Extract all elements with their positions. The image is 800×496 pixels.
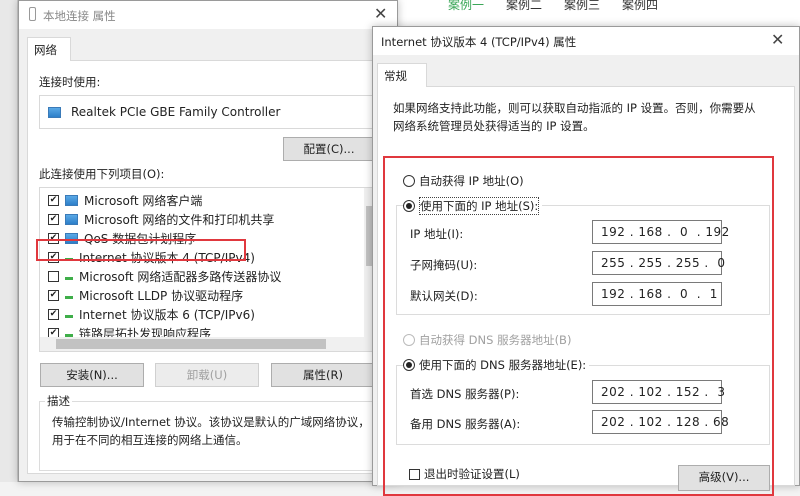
description-label: 描述 <box>45 393 72 409</box>
validate-checkbox[interactable]: 退出时验证设置(L) <box>409 466 520 482</box>
item-label: Microsoft 网络适配器多路传送器协议 <box>79 270 282 284</box>
auto-ip-radio[interactable]: 自动获得 IP 地址(O) <box>403 173 524 189</box>
manual-ip-radio[interactable]: 使用下面的 IP 地址(S): <box>403 197 543 215</box>
network-adapter-icon <box>48 106 61 118</box>
item-checkbox[interactable]: ✔ <box>48 195 59 206</box>
item-checkbox[interactable]: ✔ <box>48 309 59 320</box>
advanced-button[interactable]: 高级(V)... <box>678 465 770 491</box>
item-label: Microsoft LLDP 协议驱动程序 <box>79 289 244 303</box>
items-list: ✔ Microsoft 网络客户端 ✔ Microsoft 网络的文件和打印机共享 ✔ Q… <box>39 187 379 352</box>
dns2-label: 备用 DNS 服务器(A): <box>410 417 521 431</box>
ip-label: IP 地址(I): <box>410 227 464 241</box>
ipv4-properties-dialog: Internet 协议版本 4 (TCP/IPv4) 属性 ✕ 常规 如果网络支… <box>372 26 800 496</box>
bg-tab-3[interactable]: 案例三 <box>564 0 600 13</box>
auto-dns-radio: 自动获得 DNS 服务器地址(B) <box>403 332 571 348</box>
network-client-icon <box>65 195 78 206</box>
list-item[interactable]: ✔ Microsoft 网络的文件和打印机共享 <box>48 210 274 229</box>
protocol-icon <box>65 273 73 280</box>
configure-button[interactable]: 配置(C)... <box>283 137 375 161</box>
item-checkbox[interactable]: ✔ <box>48 290 59 301</box>
auto-ip-label: 自动获得 IP 地址(O) <box>419 174 524 188</box>
hscroll-thumb[interactable] <box>56 339 326 349</box>
manual-dns-label: 使用下面的 DNS 服务器地址(E): <box>419 358 587 372</box>
bg-tab-4[interactable]: 案例四 <box>622 0 658 13</box>
alternate-dns-input[interactable]: 202 . 102 . 128 . 68 <box>592 410 729 434</box>
subnet-mask-input[interactable]: 255 . 255 . 255 . 0 <box>592 251 725 275</box>
dialog-title: Internet 协议版本 4 (TCP/IPv4) 属性 <box>381 35 577 49</box>
items-label: 此连接使用下列项目(O): <box>39 167 165 181</box>
gateway-input[interactable]: 192 . 168 . 0 . 1 <box>592 282 722 306</box>
gateway-label: 默认网关(D): <box>410 289 478 303</box>
background-page: 案例一 案例二 案例三 案例四 <box>398 0 800 26</box>
ipv4-highlight-box <box>36 239 246 261</box>
connection-icon <box>29 7 36 21</box>
adapter-box: Realtek PCIe GBE Family Controller <box>39 95 379 129</box>
adapter-name: Realtek PCIe GBE Family Controller <box>71 105 281 119</box>
uninstall-button: 卸载(U) <box>155 363 259 387</box>
install-button[interactable]: 安装(N)... <box>40 363 144 387</box>
tab-general[interactable]: 常规 <box>377 63 427 87</box>
list-item[interactable]: Microsoft 网络适配器多路传送器协议 <box>48 267 281 286</box>
validate-label: 退出时验证设置(L) <box>424 467 520 481</box>
ip-address-input[interactable]: 192 . 168 . 0 . 192 <box>592 220 729 244</box>
item-label: Internet 协议版本 6 (TCP/IPv6) <box>79 308 255 322</box>
item-checkbox[interactable]: ✔ <box>48 214 59 225</box>
intro-text: 如果网络支持此功能，则可以获取自动指派的 IP 设置。否则，你需要从网络系统管理… <box>393 101 756 133</box>
description-text: 传输控制协议/Internet 协议。该协议是默认的广域网络协议，用于在不同的相… <box>52 415 370 447</box>
properties-button[interactable]: 属性(R) <box>271 363 375 387</box>
bg-tab-2[interactable]: 案例二 <box>506 0 542 13</box>
list-item[interactable]: ✔ Internet 协议版本 6 (TCP/IPv6) <box>48 305 255 324</box>
preferred-dns-input[interactable]: 202 . 102 . 152 . 3 <box>592 380 725 404</box>
auto-dns-label: 自动获得 DNS 服务器地址(B) <box>419 333 572 347</box>
item-checkbox[interactable] <box>48 271 59 282</box>
tab-network[interactable]: 网络 <box>27 37 71 61</box>
list-item[interactable]: ✔ Microsoft 网络客户端 <box>48 191 202 210</box>
protocol-icon <box>65 311 73 318</box>
manual-dns-radio[interactable]: 使用下面的 DNS 服务器地址(E): <box>403 357 590 373</box>
mask-label: 子网掩码(U): <box>410 258 478 272</box>
item-label: Microsoft 网络的文件和打印机共享 <box>84 213 275 227</box>
dns1-label: 首选 DNS 服务器(P): <box>410 387 520 401</box>
manual-ip-label: 使用下面的 IP 地址(S): <box>419 197 540 215</box>
connect-using-label: 连接时使用: <box>39 75 101 89</box>
close-icon[interactable]: ✕ <box>374 4 387 23</box>
dialog-title: 本地连接 属性 <box>43 9 116 23</box>
protocol-icon <box>65 330 73 337</box>
item-label: Microsoft 网络客户端 <box>84 194 203 208</box>
horizontal-scrollbar[interactable] <box>40 337 378 351</box>
local-connection-properties-dialog: 本地连接 属性 ✕ 网络 连接时使用: Realtek PCIe GBE Fam… <box>18 0 398 482</box>
network-client-icon <box>65 214 78 225</box>
desktop-background <box>0 0 18 482</box>
bg-tab-1[interactable]: 案例一 <box>448 0 484 13</box>
close-icon[interactable]: ✕ <box>771 30 784 49</box>
list-item[interactable]: ✔ Microsoft LLDP 协议驱动程序 <box>48 286 243 305</box>
protocol-icon <box>65 292 73 299</box>
